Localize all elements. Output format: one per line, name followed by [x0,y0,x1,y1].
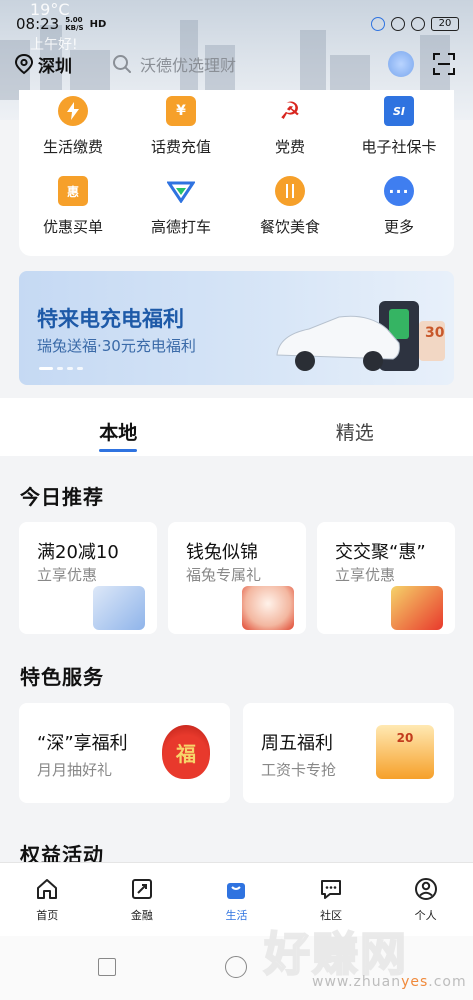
recommend-card[interactable]: 交交聚“惠” 立享优惠 [317,522,455,634]
scan-icon[interactable] [432,52,456,76]
pagination-dot [39,367,53,370]
bolt-icon [58,96,88,126]
service-label: 高德打车 [150,218,211,236]
recommend-card[interactable]: 满20减10 立享优惠 [19,522,157,634]
amap-taxi-icon [166,176,196,206]
card-title: 交交聚“惠” [335,542,426,563]
clock: 08:23 [16,15,60,33]
gift-bag-illustration [391,586,443,630]
yen-icon: ¥ [166,96,196,126]
service-more[interactable]: ··· 更多 [345,176,453,237]
location-pin-icon [14,53,34,75]
card-subtitle: 立享优惠 [37,566,98,584]
network-speed: 5.00 KB/S [65,16,84,32]
voice-search-icon[interactable] [388,51,414,77]
city-name: 深圳 [38,56,72,77]
nav-label: 金融 [130,909,153,922]
service-label: 话费充值 [150,138,211,156]
card-title: 钱兔似锦 [186,542,258,563]
alarm-icon [411,17,425,31]
status-bar: 08:23 5.00 KB/S HD 20 [16,10,459,38]
lock-icon [391,17,405,31]
nav-label: 首页 [36,909,59,922]
finance-icon [131,879,152,899]
hd-indicator: HD [89,18,107,30]
pagination-dot [67,367,73,370]
featured-card[interactable]: “深”享福利 月月抽好礼 福 [19,703,230,803]
recommend-card[interactable]: 钱兔似锦 福兔专属礼 [168,522,306,634]
banner-badge: 30 [425,325,445,341]
promo-banner[interactable]: 特来电充电福利 瑞兔送福·30元充电福利 30 [19,271,454,385]
nav-finance[interactable]: 金融 [95,863,190,936]
service-label: 电子社保卡 [361,138,437,156]
banner-title: 特来电充电福利 [37,307,184,331]
featured-card[interactable]: 周五福利 工资卡专抢 20 [243,703,454,803]
pagination-dot [77,367,83,370]
recent-apps-button[interactable] [98,958,116,976]
gift-basket-icon: 20 [376,725,434,779]
service-amap-taxi[interactable]: 高德打车 [127,176,235,237]
card-title: 周五福利 [261,733,333,754]
rabbit-illustration [242,586,294,630]
service-party-fee[interactable]: ☭ 党费 [236,96,344,157]
banner-pagination [39,367,83,370]
shopping-bag-icon [227,883,246,899]
watermark-logo: 好赚网 www.zhuanyes.com [260,918,470,998]
service-life-payment[interactable]: 生活缴费 [19,96,127,157]
party-emblem-icon: ☭ [279,97,301,125]
service-label: 优惠买单 [42,218,103,236]
tab-local[interactable]: 本地 [0,398,237,456]
section-title-featured: 特色服务 [20,665,104,689]
service-social-security-card[interactable]: SI 电子社保卡 [345,96,453,157]
card-title: “深”享福利 [37,733,128,754]
search-placeholder: 沃德优选理财 [140,56,237,75]
card-subtitle: 月月抽好礼 [37,761,113,779]
home-icon [37,879,58,899]
discount-ticket-icon: 惠 [58,176,88,206]
service-label: 餐饮美食 [259,218,320,236]
city-selector[interactable]: 深圳 [14,52,104,77]
battery-indicator: 20 [431,17,459,31]
card-subtitle: 立享优惠 [335,566,396,584]
service-discount-pay[interactable]: 惠 优惠买单 [19,176,127,237]
pagination-dot [57,367,63,370]
watermark-url: www.zhuanyes.com [312,974,467,990]
electric-car-illustration [276,301,445,371]
banner-subtitle: 瑞兔送福·30元充电福利 [37,337,196,355]
nav-home[interactable]: 首页 [0,863,95,936]
home-button[interactable] [225,956,247,978]
search-bar[interactable]: 沃德优选理财 [104,47,388,81]
service-label: 更多 [383,218,414,236]
tab-featured[interactable]: 精选 [237,398,473,456]
service-label: 党费 [274,138,305,156]
services-grid: 生活缴费 ¥ 话费充值 ☭ 党费 SI 电子社保卡 惠 优惠买单 高德打车 餐饮… [19,90,454,256]
nav-label: 生活 [225,909,248,922]
chat-icon [321,880,342,899]
service-dining[interactable]: 餐饮美食 [236,176,344,237]
more-icon: ··· [384,176,414,206]
coupon-illustration [93,586,145,630]
lucky-bag-icon: 福 [162,725,210,779]
card-subtitle: 工资卡专抢 [261,761,337,779]
person-icon [414,878,437,900]
search-icon [113,55,131,73]
content-tabs: 本地 精选 [0,398,473,456]
section-title-recommend: 今日推荐 [20,485,104,509]
cutlery-icon [275,176,305,206]
service-label: 生活缴费 [42,138,103,156]
top-bar: 深圳 沃德优选理财 [14,46,464,82]
shield-icon [371,17,385,31]
service-phone-recharge[interactable]: ¥ 话费充值 [127,96,235,157]
card-subtitle: 福兔专属礼 [186,566,262,584]
social-security-card-icon: SI [384,96,414,126]
card-title: 满20减10 [37,542,119,563]
